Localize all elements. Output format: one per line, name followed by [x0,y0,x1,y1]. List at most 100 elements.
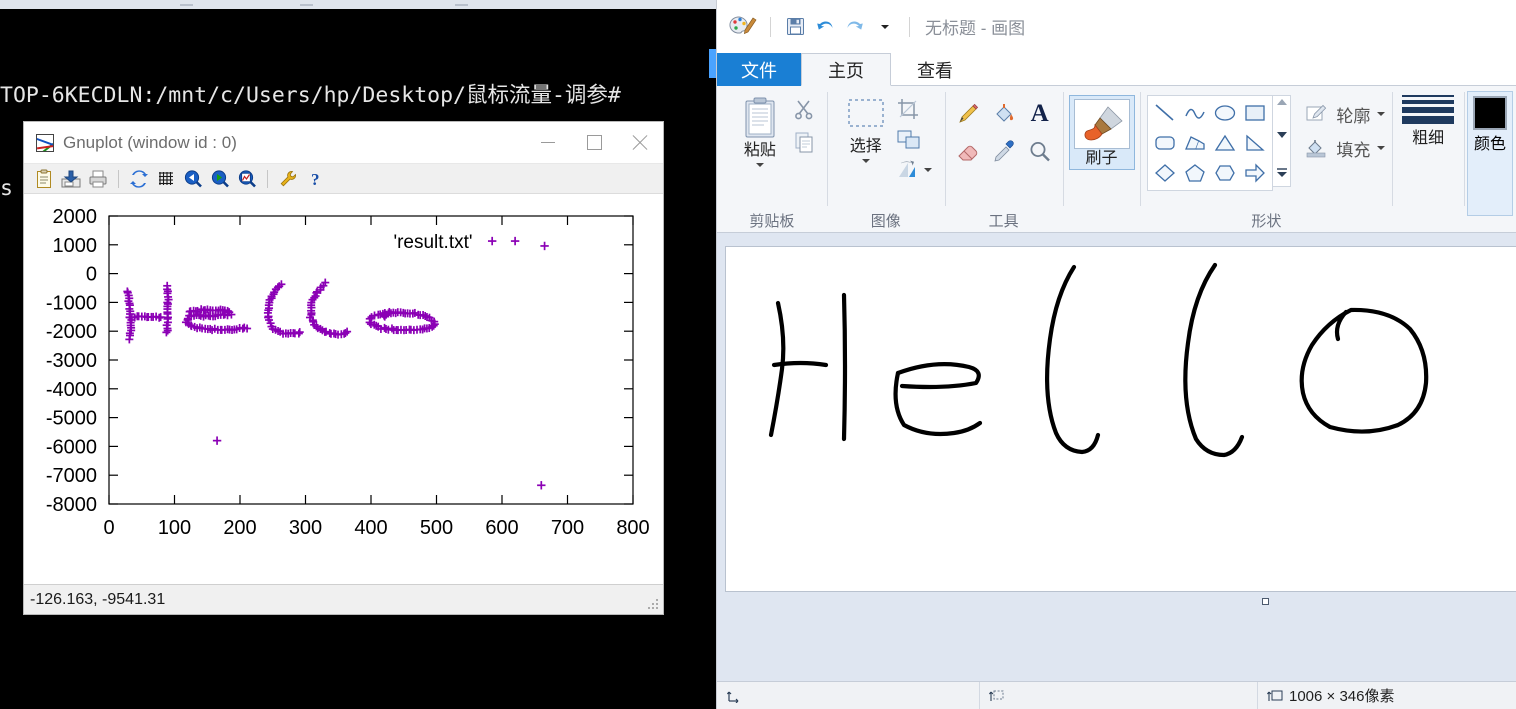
paint-canvas-area[interactable] [717,233,1516,681]
shapes-scroll-down-icon[interactable] [1277,132,1287,138]
outline-dropdown[interactable]: 轮廓 [1299,97,1385,131]
redo-icon[interactable] [840,12,870,42]
terminal-cursor [709,49,716,78]
svg-text:0: 0 [86,264,97,286]
shape-hexagon-icon[interactable] [1210,158,1240,188]
gnuplot-title-bar[interactable]: Gnuplot (window id : 0) [24,122,663,164]
svg-text:-4000: -4000 [46,379,97,401]
select-button[interactable]: 选择 [840,95,892,163]
terminal-line-prompt: TOP-6KECDLN:/mnt/c/Users/hp/Desktop/鼠标流量… [0,80,716,111]
svg-text:500: 500 [420,517,453,539]
text-tool-icon[interactable]: A [1022,95,1058,133]
shape-oval-icon[interactable] [1210,98,1240,128]
gnuplot-toolbar[interactable]: ? [24,164,663,194]
help-button[interactable]: ? [302,167,328,191]
ribbon-group-label-shapes: 形状 [1251,208,1281,232]
svg-text:600: 600 [485,517,518,539]
shape-arrow-icon[interactable] [1240,158,1270,188]
settings-button[interactable] [275,167,301,191]
shape-rectangle-icon[interactable] [1240,98,1270,128]
fill-bucket-icon[interactable] [986,95,1022,133]
gnuplot-scatter-plot: 200010000-1000-2000-3000-4000-5000-6000-… [24,194,663,584]
shape-pentagon-icon[interactable] [1180,158,1210,188]
save-button[interactable] [58,167,84,191]
colors-button[interactable]: 颜色 [1467,91,1513,216]
svg-text:200: 200 [223,517,256,539]
copy-icon[interactable] [793,131,815,158]
brushes-label: 刷子 [1086,149,1118,169]
pencil-icon[interactable] [950,95,986,133]
shape-curve-icon[interactable] [1180,98,1210,128]
replot-button[interactable] [126,167,152,191]
paint-window[interactable]: 无标题 - 画图 文件 主页 查看 粘贴 剪贴板 选择 图像 A 工具 刷子 轮… [716,0,1516,709]
gnuplot-window[interactable]: Gnuplot (window id : 0) ? 2000 1000 0 -1… [23,121,664,615]
resize-icon[interactable] [896,128,932,157]
magnifier-icon[interactable] [1022,133,1058,171]
svg-text:'result.txt': 'result.txt' [393,232,472,253]
rotate-icon[interactable] [896,159,932,181]
save-icon[interactable] [780,12,810,42]
tab-file[interactable]: 文件 [717,53,801,86]
paint-ribbon-tabs[interactable]: 文件 主页 查看 [717,53,1516,86]
shapes-gallery-scrollbar[interactable] [1273,95,1291,187]
svg-text:700: 700 [551,517,584,539]
next-zoom-button[interactable] [207,167,233,191]
brushes-button[interactable]: 刷子 [1069,95,1135,170]
shape-right-triangle-icon[interactable] [1240,128,1270,158]
gnuplot-plot-area[interactable]: 2000 1000 0 -1000 -2000 -3000 -4000 -5000 -6000-… [24,194,663,584]
gnuplot-maximize-button[interactable] [571,122,617,163]
ribbon-group-label-clipboard: 剪贴板 [749,208,794,232]
svg-text:400: 400 [354,517,387,539]
svg-text:300: 300 [289,517,322,539]
toggle-grid-button[interactable] [153,167,179,191]
paste-label: 粘贴 [744,141,776,160]
paint-palette-icon[interactable] [727,14,757,40]
shape-polygon-icon[interactable] [1180,128,1210,158]
gnuplot-coordinate-readout: -126.163, -9541.31 [30,591,165,609]
svg-text:?: ? [311,170,320,189]
autoscale-button[interactable] [234,167,260,191]
undo-icon[interactable] [810,12,840,42]
gnuplot-close-button[interactable] [617,122,663,163]
shape-diamond-icon[interactable] [1150,158,1180,188]
current-color-swatch[interactable] [1473,96,1507,130]
copy-to-clipboard-button[interactable] [31,167,57,191]
paint-window-title: 无标题 - 画图 [925,14,1025,39]
ribbon-group-colors: 颜色 [1464,86,1516,232]
shapes-scroll-up-icon[interactable] [1277,99,1287,105]
svg-text:100: 100 [158,517,191,539]
shape-rounded-rectangle-icon[interactable] [1150,128,1180,158]
print-button[interactable] [85,167,111,191]
crop-icon[interactable] [896,97,932,126]
svg-text:2000: 2000 [53,206,98,228]
shapes-gallery[interactable] [1147,95,1273,191]
eraser-icon[interactable] [950,133,986,171]
resize-grip-icon[interactable] [648,599,660,611]
shape-triangle-icon[interactable] [1210,128,1240,158]
tab-view[interactable]: 查看 [891,53,979,86]
ribbon-group-image: 选择 图像 [827,86,945,232]
ribbon-group-tools: A 工具 [945,86,1063,232]
canvas-size-text: 1006 × 346像素 [1289,685,1395,706]
size-button[interactable]: 粗细 [1398,95,1458,149]
tab-home[interactable]: 主页 [801,53,891,86]
gnuplot-window-title: Gnuplot (window id : 0) [63,133,525,153]
shape-line-icon[interactable] [1150,98,1180,128]
gnuplot-minimize-button[interactable] [525,122,571,163]
svg-text:-2000: -2000 [46,321,97,343]
customize-qat-icon[interactable] [870,12,900,42]
paint-canvas[interactable] [725,246,1516,592]
fill-dropdown[interactable]: 填充 [1299,131,1385,165]
previous-zoom-button[interactable] [180,167,206,191]
paint-ribbon[interactable]: 粘贴 剪贴板 选择 图像 A 工具 刷子 轮廓 填充 形状 粗细 颜色 [717,86,1516,233]
color-picker-icon[interactable] [986,133,1022,171]
svg-text:-1000: -1000 [46,292,97,314]
paint-quick-access-toolbar[interactable]: 无标题 - 画图 [717,0,1516,53]
svg-text:-7000: -7000 [46,465,97,487]
shapes-expand-icon[interactable] [1276,165,1288,183]
paste-button[interactable]: 粘贴 [729,95,791,167]
canvas-resize-handle[interactable] [1262,598,1269,605]
cut-scissors-icon[interactable] [793,98,815,125]
svg-text:1000: 1000 [53,235,98,257]
status-cursor-position [717,682,979,709]
